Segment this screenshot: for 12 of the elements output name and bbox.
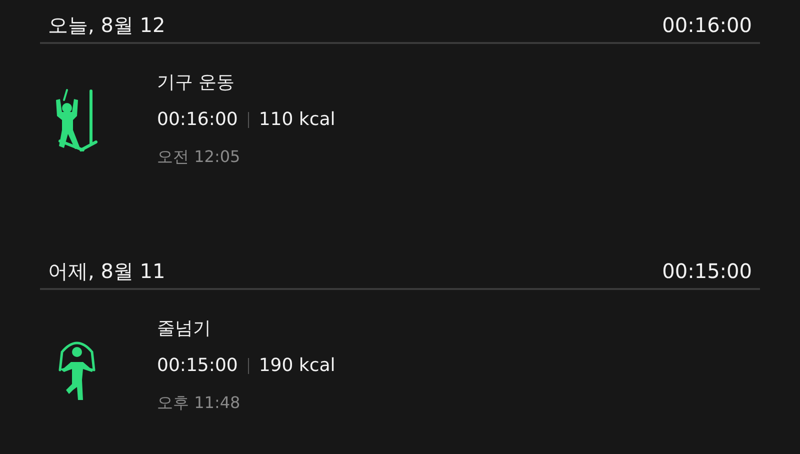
day-total-duration: 00:16:00 — [662, 13, 752, 37]
day-date: 어제, 8월 11 — [48, 258, 166, 284]
exercise-name: 기구 운동 — [157, 71, 236, 95]
exercise-name: 줄넘기 — [157, 317, 212, 341]
exercise-duration: 00:15:00 — [157, 354, 238, 378]
exercise-start-time: 오후 11:48 — [157, 392, 242, 414]
exercise-calories: 110 kcal — [258, 108, 336, 132]
day-total-duration: 00:15:00 — [662, 259, 752, 283]
exercise-duration: 00:16:00 — [157, 108, 238, 132]
exercise-calories: 190 kcal — [258, 354, 336, 378]
day-date: 오늘, 8월 12 — [48, 12, 166, 38]
exercise-start-time: 오전 12:05 — [157, 146, 242, 168]
